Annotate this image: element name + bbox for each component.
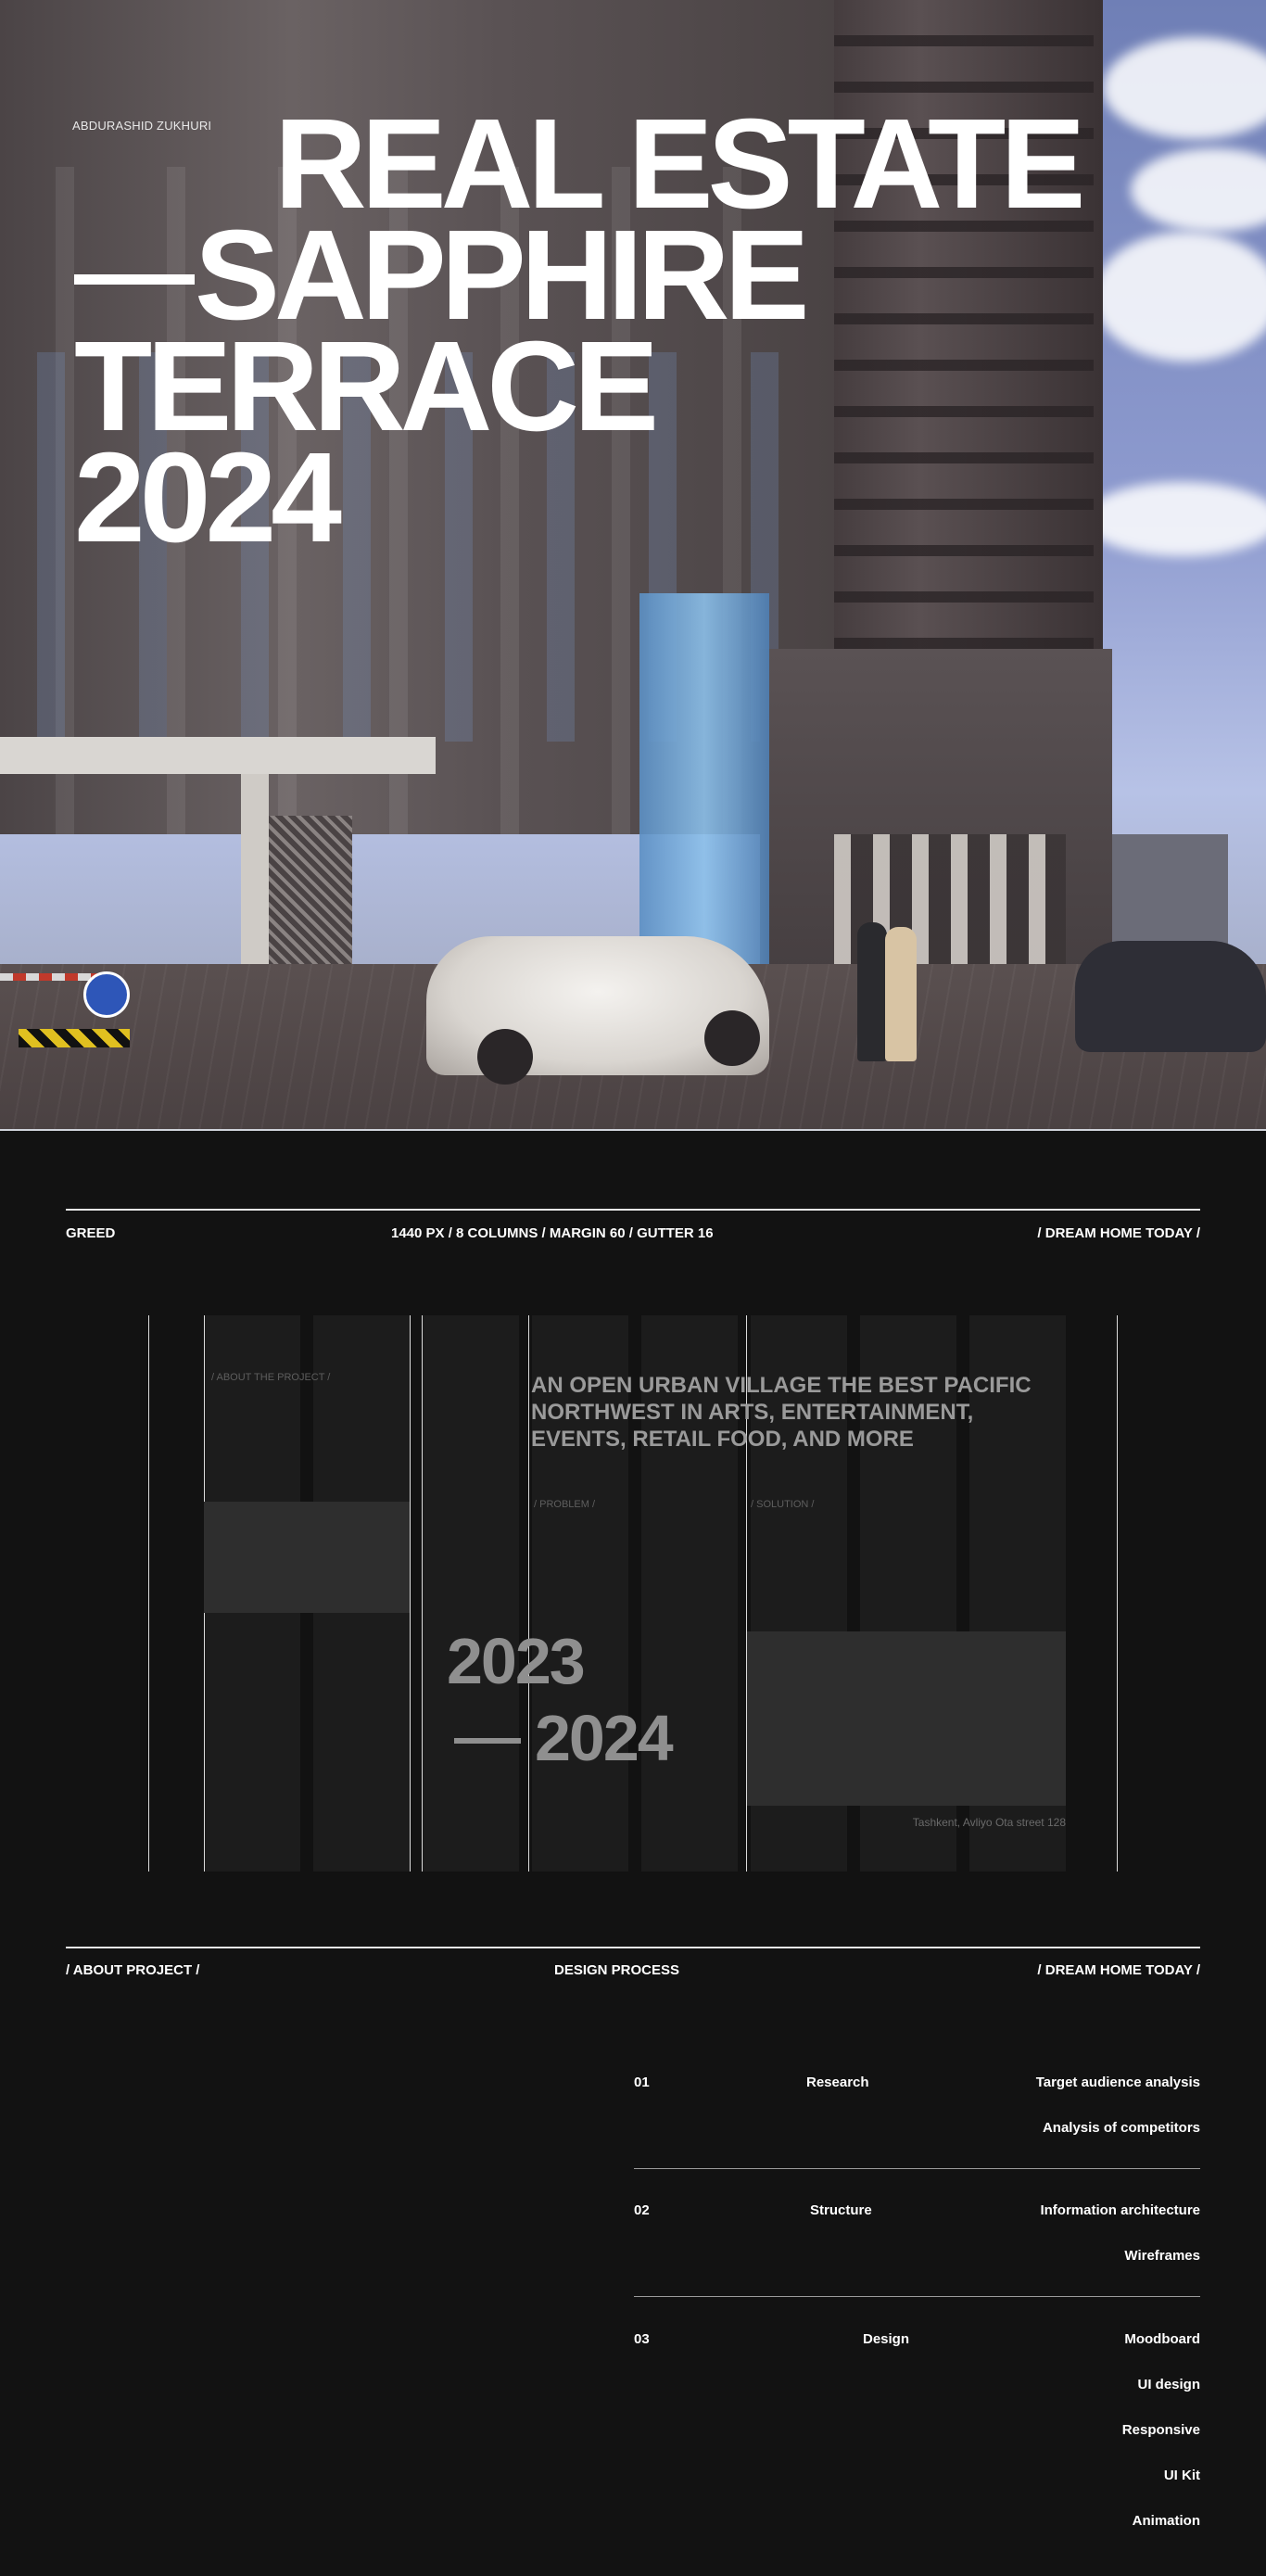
grid-meta-center: 1440 PX / 8 COLUMNS / MARGIN 60 / GUTTER… [391,1225,714,1241]
glass-elevator [639,593,769,983]
cloud [1103,37,1266,139]
process-step-item: UI design [1137,2377,1200,2392]
process-step-item: UI Kit [1163,2468,1200,2483]
hazard-stripe [19,1029,130,1047]
process-step-number: 01 [634,2075,650,2090]
cloud [1084,482,1266,556]
process-separator [634,2296,1200,2297]
grid-column [423,1315,519,1872]
process-step-item: Target audience analysis [1035,2075,1200,2090]
about-image-placeholder [204,1502,410,1613]
grid-guide-line [422,1315,423,1872]
year-start: 2023 [447,1625,586,1697]
process-meta-right: / DREAM HOME TODAY / [1037,1962,1200,1978]
grid-preview: / ABOUT THE PROJECT / AN OPEN URBAN VILL… [148,1315,1118,1872]
process-step-item: Wireframes [1124,2248,1200,2264]
grid-meta-left: GREED [66,1225,116,1241]
process-meta-divider [66,1947,1200,1948]
barrier-arm [0,973,102,981]
process-step-stage: Research [806,2075,869,2090]
process-step-number: 03 [634,2331,650,2347]
grid-meta-right: / DREAM HOME TODAY / [1037,1225,1200,1241]
process-meta-left: / ABOUT PROJECT / [66,1962,200,1978]
cloud [1094,232,1266,362]
hero-divider [0,1129,1266,1131]
cloud [1131,148,1266,232]
process-step-stage: Structure [810,2202,872,2218]
process-step-item: Analysis of competitors [1042,2120,1200,2136]
process-step-item: Moodboard [1124,2331,1200,2347]
author-name: ABDURASHID ZUKHURI [72,119,212,133]
hero-section: ABDURASHID ZUKHURI REAL ESTATE SAPPHIRE … [0,0,1266,1131]
years-dash [454,1738,521,1744]
process-meta-center: DESIGN PROCESS [554,1962,680,1978]
solution-image-placeholder [747,1631,1066,1806]
person [857,922,887,1061]
process-step-number: 02 [634,2202,650,2218]
about-label: / ABOUT THE PROJECT / [211,1372,331,1383]
process-separator [634,2168,1200,2169]
car-wheel [477,1029,533,1085]
grid-meta-divider [66,1209,1200,1211]
title-dash [74,274,195,285]
address: Tashkent, Avliyo Ota street 128 [912,1816,1066,1829]
road-sign [83,971,130,1018]
grid-guide-line [1117,1315,1118,1872]
process-step-item: Information architecture [1040,2202,1200,2218]
person [885,927,917,1061]
grid-guide-line [148,1315,149,1872]
intro-text: AN OPEN URBAN VILLAGE THE BEST PACIFIC N… [531,1373,1032,1452]
grid-guide-line [410,1315,411,1872]
car-wheel [704,1010,760,1066]
year-end: 2024 [535,1702,674,1774]
process-step-item: Animation [1132,2513,1200,2529]
dark-car [1075,941,1266,1052]
problem-label: / PROBLEM / [534,1499,596,1510]
process-step-stage: Design [863,2331,910,2347]
grid-guide-line [528,1315,529,1872]
process-step-item: Responsive [1121,2422,1200,2438]
canopy [0,737,436,774]
solution-label: / SOLUTION / [751,1499,815,1510]
hero-title-line-4: 2024 [74,426,342,569]
canopy-column [241,774,269,996]
